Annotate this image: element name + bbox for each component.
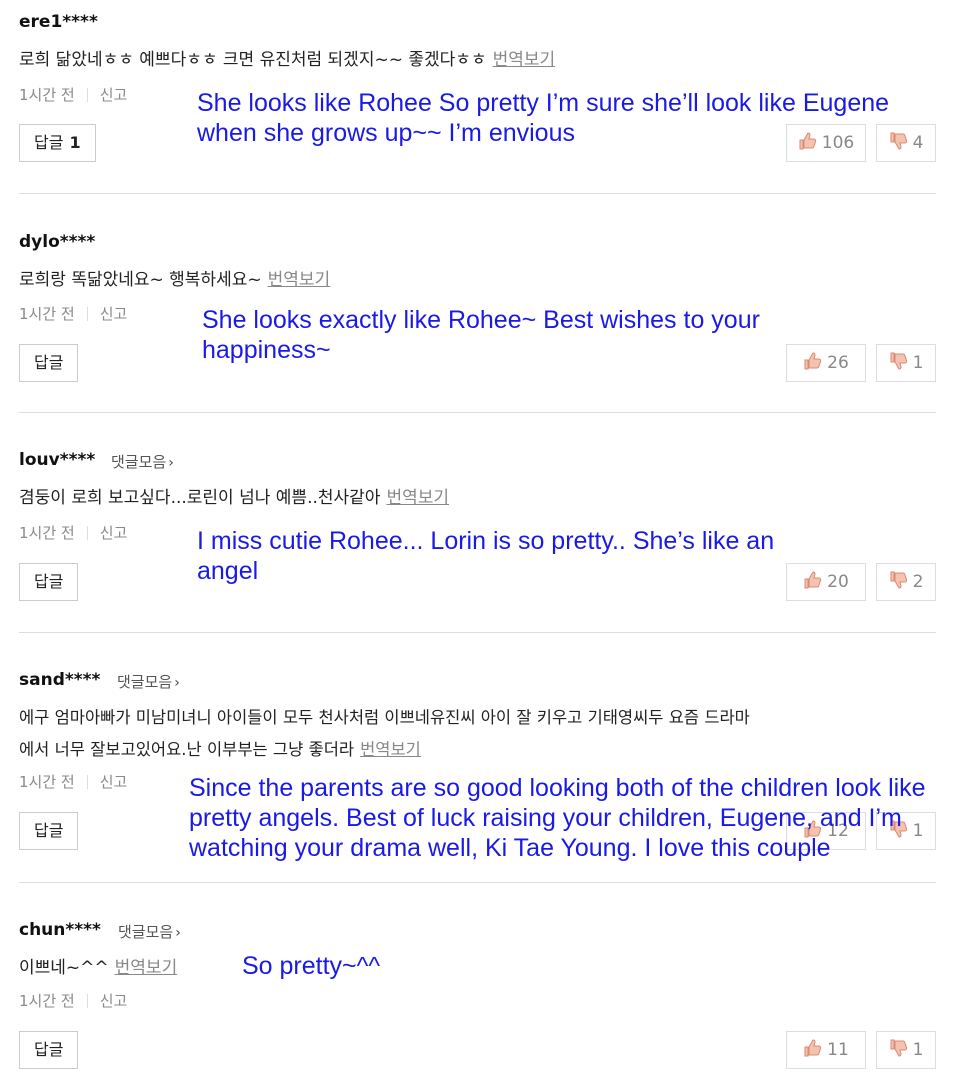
comment-text: 로희 닮았네ㅎㅎ 예쁘다ㅎㅎ 크면 유진처럼 되겠지~~ 좋겠다ㅎㅎ 번역보기 — [19, 50, 556, 70]
comment-username[interactable]: louv**** — [19, 450, 95, 470]
comment-username[interactable]: dylo**** — [19, 232, 95, 252]
comment-time: 1시간 전 — [19, 86, 75, 104]
dislike-button[interactable]: 1 — [876, 344, 936, 382]
meta-divider — [86, 526, 88, 540]
report-link[interactable]: 신고 — [100, 773, 128, 791]
dislike-count: 2 — [912, 572, 924, 592]
chevron-right-icon: › — [174, 675, 180, 691]
dislike-button[interactable]: 4 — [876, 124, 936, 162]
translate-link[interactable]: 번역보기 — [115, 958, 178, 978]
like-button[interactable]: 106 — [786, 124, 866, 162]
reply-button[interactable]: 답글 — [19, 563, 79, 601]
chevron-right-icon: › — [168, 455, 174, 471]
dislike-button[interactable]: 2 — [876, 563, 936, 601]
comment-divider — [19, 632, 936, 633]
comment-meta: 1시간 전 신고 — [19, 990, 127, 1011]
comment-time: 1시간 전 — [19, 773, 75, 791]
translate-link[interactable]: 번역보기 — [386, 488, 449, 508]
comment-meta: 1시간 전 신고 — [19, 84, 127, 105]
report-link[interactable]: 신고 — [100, 305, 128, 323]
comment-collection-link[interactable]: 댓글모음 › — [118, 921, 181, 942]
like-button[interactable]: 20 — [786, 563, 866, 601]
like-count: 26 — [827, 353, 849, 373]
comment-divider — [19, 412, 936, 413]
comment-text: 로희랑 똑닮았네요~ 행복하세요~ 번역보기 — [19, 270, 331, 290]
reply-button[interactable]: 답글 1 — [19, 124, 96, 162]
dislike-count: 1 — [912, 353, 924, 373]
reply-button[interactable]: 답글 — [19, 812, 79, 850]
comment-meta: 1시간 전 신고 — [19, 771, 127, 792]
comment-time: 1시간 전 — [19, 992, 75, 1010]
meta-divider — [86, 307, 88, 321]
like-count: 20 — [827, 572, 849, 592]
report-link[interactable]: 신고 — [100, 524, 128, 542]
meta-divider — [86, 775, 88, 789]
meta-divider — [86, 88, 88, 102]
thumbs-down-icon — [890, 352, 907, 370]
thumbs-down-icon — [890, 571, 907, 589]
comment-text: 겸둥이 로희 보고싶다...로린이 넘나 예쁨..천사같아 번역보기 — [19, 488, 449, 508]
thumbs-up-icon — [804, 352, 822, 370]
dislike-count: 4 — [912, 133, 924, 153]
comment-collection-link[interactable]: 댓글모음 › — [117, 671, 180, 692]
dislike-button[interactable]: 1 — [876, 1031, 936, 1069]
thumbs-down-icon — [890, 132, 907, 150]
comment-username[interactable]: ere1**** — [19, 12, 98, 32]
like-count: 11 — [827, 1040, 849, 1060]
like-count: 106 — [821, 133, 855, 153]
chevron-right-icon: › — [175, 925, 181, 941]
translate-link[interactable]: 번역보기 — [493, 50, 556, 70]
comment-time: 1시간 전 — [19, 305, 75, 323]
comment-text: 에구 엄마아빠가 미남미녀니 아이들이 모두 천사처럼 이쁘네유진씨 아이 잘 … — [19, 708, 750, 759]
comment-meta: 1시간 전 신고 — [19, 303, 127, 324]
comment-collection-link[interactable]: 댓글모음 › — [111, 451, 174, 472]
comment-username[interactable]: sand**** — [19, 670, 100, 690]
report-link[interactable]: 신고 — [100, 992, 128, 1010]
reply-button[interactable]: 답글 — [19, 344, 79, 382]
reply-count: 1 — [69, 133, 81, 152]
meta-divider — [86, 994, 88, 1008]
thumbs-up-icon — [804, 571, 822, 589]
thumbs-up-icon — [799, 132, 816, 150]
like-button[interactable]: 26 — [786, 344, 866, 382]
translation-annotation: I miss cutie Rohee... Lorin is so pretty… — [197, 527, 775, 585]
comment-divider — [19, 193, 936, 194]
comment-time: 1시간 전 — [19, 524, 75, 542]
thumbs-up-icon — [804, 1039, 822, 1057]
report-link[interactable]: 신고 — [100, 86, 128, 104]
dislike-count: 1 — [912, 1040, 924, 1060]
comment-username[interactable]: chun**** — [19, 920, 101, 940]
translate-link[interactable]: 번역보기 — [268, 270, 331, 290]
translation-annotation: She looks exactly like Rohee~ Best wishe… — [202, 306, 760, 364]
like-button[interactable]: 11 — [786, 1031, 866, 1069]
comment-divider — [19, 882, 936, 883]
translate-link[interactable]: 번역보기 — [360, 740, 421, 759]
translation-annotation: Since the parents are so good looking bo… — [189, 774, 926, 862]
reply-button[interactable]: 답글 — [19, 1031, 79, 1069]
translation-annotation: So pretty~^^ — [242, 952, 381, 980]
comment-meta: 1시간 전 신고 — [19, 522, 127, 543]
thumbs-down-icon — [890, 1039, 907, 1057]
comment-text: 이쁘네~^^ 번역보기 — [19, 958, 178, 978]
